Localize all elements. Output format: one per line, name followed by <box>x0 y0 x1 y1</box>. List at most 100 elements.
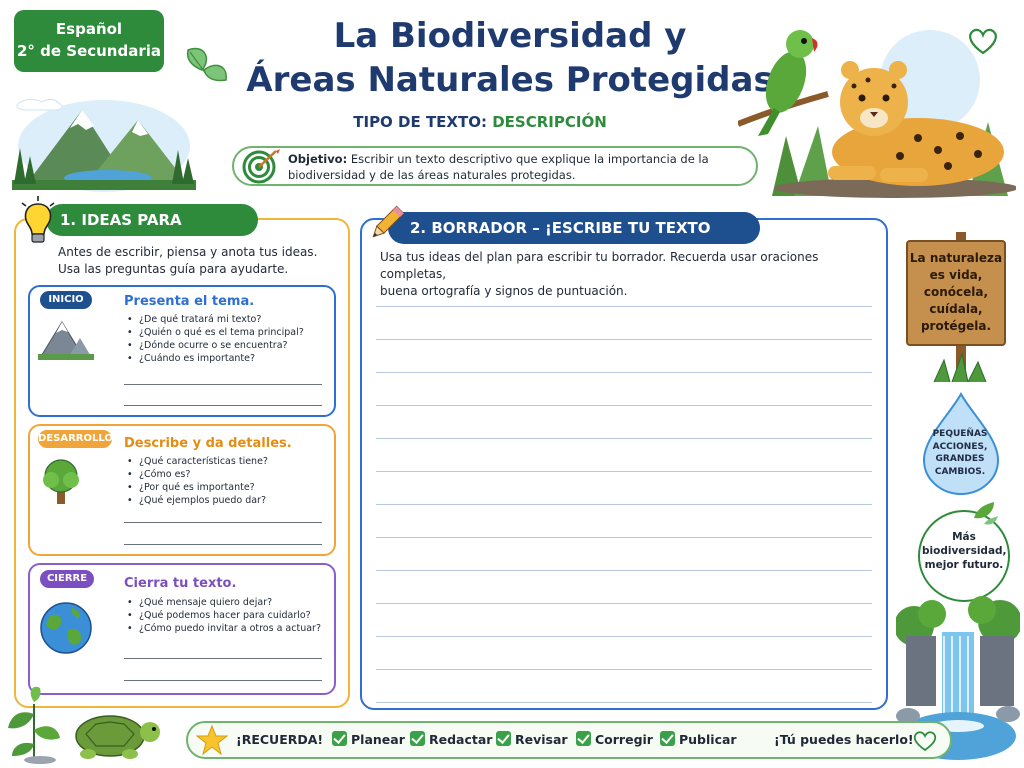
question-item: ¿Cuándo es importante? <box>124 352 334 365</box>
drop-line: GRANDES <box>935 454 985 464</box>
check-icon <box>496 731 511 746</box>
writing-line[interactable] <box>124 658 322 659</box>
step-label: Publicar <box>679 732 737 747</box>
future-message: Más biodiversidad, mejor futuro. <box>922 530 1007 572</box>
question-item: ¿Cómo es? <box>124 468 334 481</box>
step-label: Planear <box>351 732 405 747</box>
question-item: ¿Qué características tiene? <box>124 455 334 468</box>
objective-label: Objetivo: <box>288 152 348 166</box>
drop-message: PEQUEÑAS ACCIONES, GRANDES CAMBIOS. <box>928 428 992 478</box>
draft-line[interactable] <box>376 669 872 670</box>
target-icon <box>242 149 280 184</box>
planning-intro: Antes de escribir, piensa y anota tus id… <box>58 244 338 278</box>
draft-line[interactable] <box>376 504 872 505</box>
question-item: ¿Qué mensaje quiero dejar? <box>124 596 334 609</box>
step-label: Corregir <box>595 732 653 747</box>
drop-line: CAMBIOS. <box>934 466 986 477</box>
closing-message: ¡Tú puedes hacerlo! <box>774 732 914 747</box>
question-item: ¿Quién o qué es el tema principal? <box>124 326 334 339</box>
circle-line: Más <box>952 531 976 543</box>
questions-desarrollo: ¿Qué características tiene? ¿Cómo es? ¿P… <box>124 455 334 507</box>
sign-line: cuídala, <box>929 302 983 316</box>
question-item: ¿Dónde ocurre o se encuentra? <box>124 339 334 352</box>
leaves-icon <box>974 502 998 525</box>
writing-line[interactable] <box>124 544 322 545</box>
draft-intro: Usa tus ideas del plan para escribir tu … <box>380 249 850 300</box>
mountain-icon <box>38 321 94 360</box>
tree-icon <box>43 459 79 504</box>
tag-desarrollo: DESARROLLO <box>38 430 113 448</box>
title-line-1: La Biodiversidad y <box>333 16 687 56</box>
sign-line: La naturaleza <box>909 251 1003 265</box>
heart-icon <box>969 28 997 55</box>
section-1-header: 1. IDEAS PARA PLANEAR <box>46 204 258 261</box>
sign-line: protégela. <box>920 319 992 333</box>
draft-line[interactable] <box>376 339 872 340</box>
drop-line: PEQUEÑAS <box>932 429 988 439</box>
text-type-label: TIPO DE TEXTO: <box>353 113 487 131</box>
questions-inicio: ¿De qué tratará mi texto? ¿Quién o qué e… <box>124 313 334 365</box>
card-title-inicio: Presenta el tema. <box>124 294 255 309</box>
draft-line[interactable] <box>376 306 872 307</box>
draft-line[interactable] <box>376 471 872 472</box>
step-label: Redactar <box>429 732 493 747</box>
badge-grade: 2° de Secundaria <box>16 42 162 60</box>
tag-inicio: INICIO <box>40 291 92 309</box>
drop-line: ACCIONES, <box>932 441 988 452</box>
mountain-landscape-icon <box>12 98 196 192</box>
question-item: ¿Qué ejemplos puedo dar? <box>124 494 334 507</box>
text-type: TIPO DE TEXTO: DESCRIPCIÓN <box>300 113 660 131</box>
writing-line[interactable] <box>124 680 322 681</box>
badge-subject: Español <box>55 20 123 38</box>
questions-cierre: ¿Qué mensaje quiero dejar? ¿Qué podemos … <box>124 596 334 635</box>
tag-cierre: CIERRE <box>40 570 94 588</box>
pencil-icon <box>372 205 405 238</box>
question-item: ¿Por qué es importante? <box>124 481 334 494</box>
leaves-icon <box>186 47 227 82</box>
writing-line[interactable] <box>124 522 322 523</box>
text-type-value: DESCRIPCIÓN <box>492 113 607 131</box>
star-icon <box>196 724 228 756</box>
sign-line: es vida, <box>929 268 983 282</box>
card-title-cierre: Cierra tu texto. <box>124 576 237 591</box>
remember-label: ¡RECUERDA! <box>236 732 324 747</box>
check-icon <box>576 731 591 746</box>
draft-line[interactable] <box>376 537 872 538</box>
title-line-2: Áreas Naturales Protegidas <box>246 60 774 100</box>
draft-line[interactable] <box>376 702 872 703</box>
writing-line[interactable] <box>124 405 322 406</box>
step-label: Revisar <box>515 732 568 747</box>
grade-badge: Español 2° de Secundaria <box>14 10 164 72</box>
check-icon <box>332 731 347 746</box>
draft-intro-line-2: buena ortografía y signos de puntuación. <box>380 284 628 298</box>
circle-line: biodiversidad, <box>922 545 1007 557</box>
draft-line[interactable] <box>376 636 872 637</box>
turtle-icon <box>75 715 160 759</box>
draft-intro-line-1: Usa tus ideas del plan para escribir tu … <box>380 250 819 281</box>
draft-line[interactable] <box>376 372 872 373</box>
section-2-header: 2. BORRADOR – ¡ESCRIBE TU TEXTO AQUÍ! <box>388 212 760 269</box>
question-item: ¿Cómo puedo invitar a otros a actuar? <box>124 622 334 635</box>
globe-icon <box>40 602 92 654</box>
card-title-desarrollo: Describe y da detalles. <box>124 436 292 451</box>
draft-line[interactable] <box>376 603 872 604</box>
check-icon <box>410 731 425 746</box>
writing-line[interactable] <box>124 384 322 385</box>
draft-line[interactable] <box>376 438 872 439</box>
page-title: La Biodiversidad y Áreas Naturales Prote… <box>240 14 780 102</box>
heart-icon <box>913 731 937 752</box>
planning-intro-line-2: Usa las preguntas guía para ayudarte. <box>58 262 289 276</box>
objective-text: Escribir un texto descriptivo que expliq… <box>288 152 709 182</box>
sign-line: conócela, <box>923 285 989 299</box>
lightbulb-icon <box>21 196 55 243</box>
planning-intro-line-1: Antes de escribir, piensa y anota tus id… <box>58 245 318 259</box>
objective-box: Objetivo: Escribir un texto descriptivo … <box>232 146 758 186</box>
question-item: ¿De qué tratará mi texto? <box>124 313 334 326</box>
check-icon <box>660 731 675 746</box>
plant-icon <box>8 686 60 764</box>
circle-line: mejor futuro. <box>924 559 1004 571</box>
nature-sign: La naturaleza es vida, conócela, cuídala… <box>906 240 1006 346</box>
draft-line[interactable] <box>376 405 872 406</box>
question-item: ¿Qué podemos hacer para cuidarlo? <box>124 609 334 622</box>
draft-line[interactable] <box>376 570 872 571</box>
